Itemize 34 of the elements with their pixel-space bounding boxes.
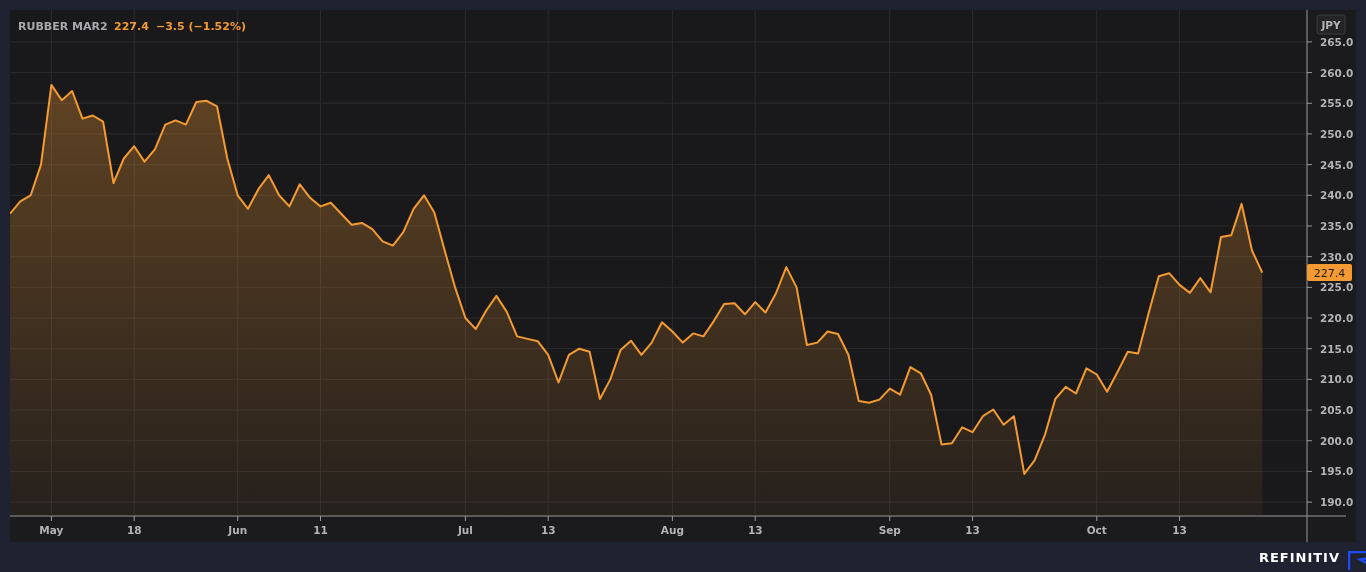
symbol-label: RUBBER MAR2	[18, 20, 108, 33]
axis-label: 13	[540, 524, 556, 536]
axis-label: 235.0	[1320, 220, 1354, 232]
axis-label: 210.0	[1320, 373, 1354, 386]
axis-label: Jul	[457, 524, 473, 536]
axis-label: 260.0	[1320, 66, 1354, 79]
price-value: 227.4	[114, 20, 149, 33]
axis-label: 225.0	[1320, 281, 1354, 294]
axis-label: 13	[747, 524, 763, 536]
axis-label: 205.0	[1320, 404, 1354, 417]
axis-label: Aug	[660, 524, 684, 536]
axis-label: 250.0	[1320, 127, 1354, 140]
axis-label: 230.0	[1320, 250, 1354, 263]
axis-label: Jun	[228, 524, 248, 536]
axis-label: 190.0	[1320, 496, 1354, 509]
brand-name: REFINITIV	[1258, 549, 1340, 565]
last-price-tag: 227.4	[1307, 264, 1352, 282]
axis-label: 240.0	[1320, 189, 1354, 202]
axis-label: 245.0	[1320, 158, 1354, 171]
axis-label: 220.0	[1320, 312, 1354, 325]
axis-label: 13	[965, 524, 980, 536]
price-change: −3.5 (−1.52%)	[156, 20, 246, 33]
axis-label: Sep	[878, 524, 901, 536]
axis-label: 265.0	[1320, 35, 1354, 48]
axis-label: Oct	[1086, 524, 1107, 536]
axis-label: 18	[126, 524, 142, 536]
axis-label: May	[39, 524, 64, 536]
currency-badge: JPY	[1316, 14, 1346, 35]
axis-label: 215.0	[1320, 342, 1354, 355]
axis-label: 13	[1172, 524, 1187, 536]
axis-label: 200.0	[1320, 434, 1354, 447]
axis-label: 255.0	[1320, 97, 1354, 110]
axis-label: 11	[313, 524, 328, 536]
axis-label: 195.0	[1320, 465, 1354, 478]
